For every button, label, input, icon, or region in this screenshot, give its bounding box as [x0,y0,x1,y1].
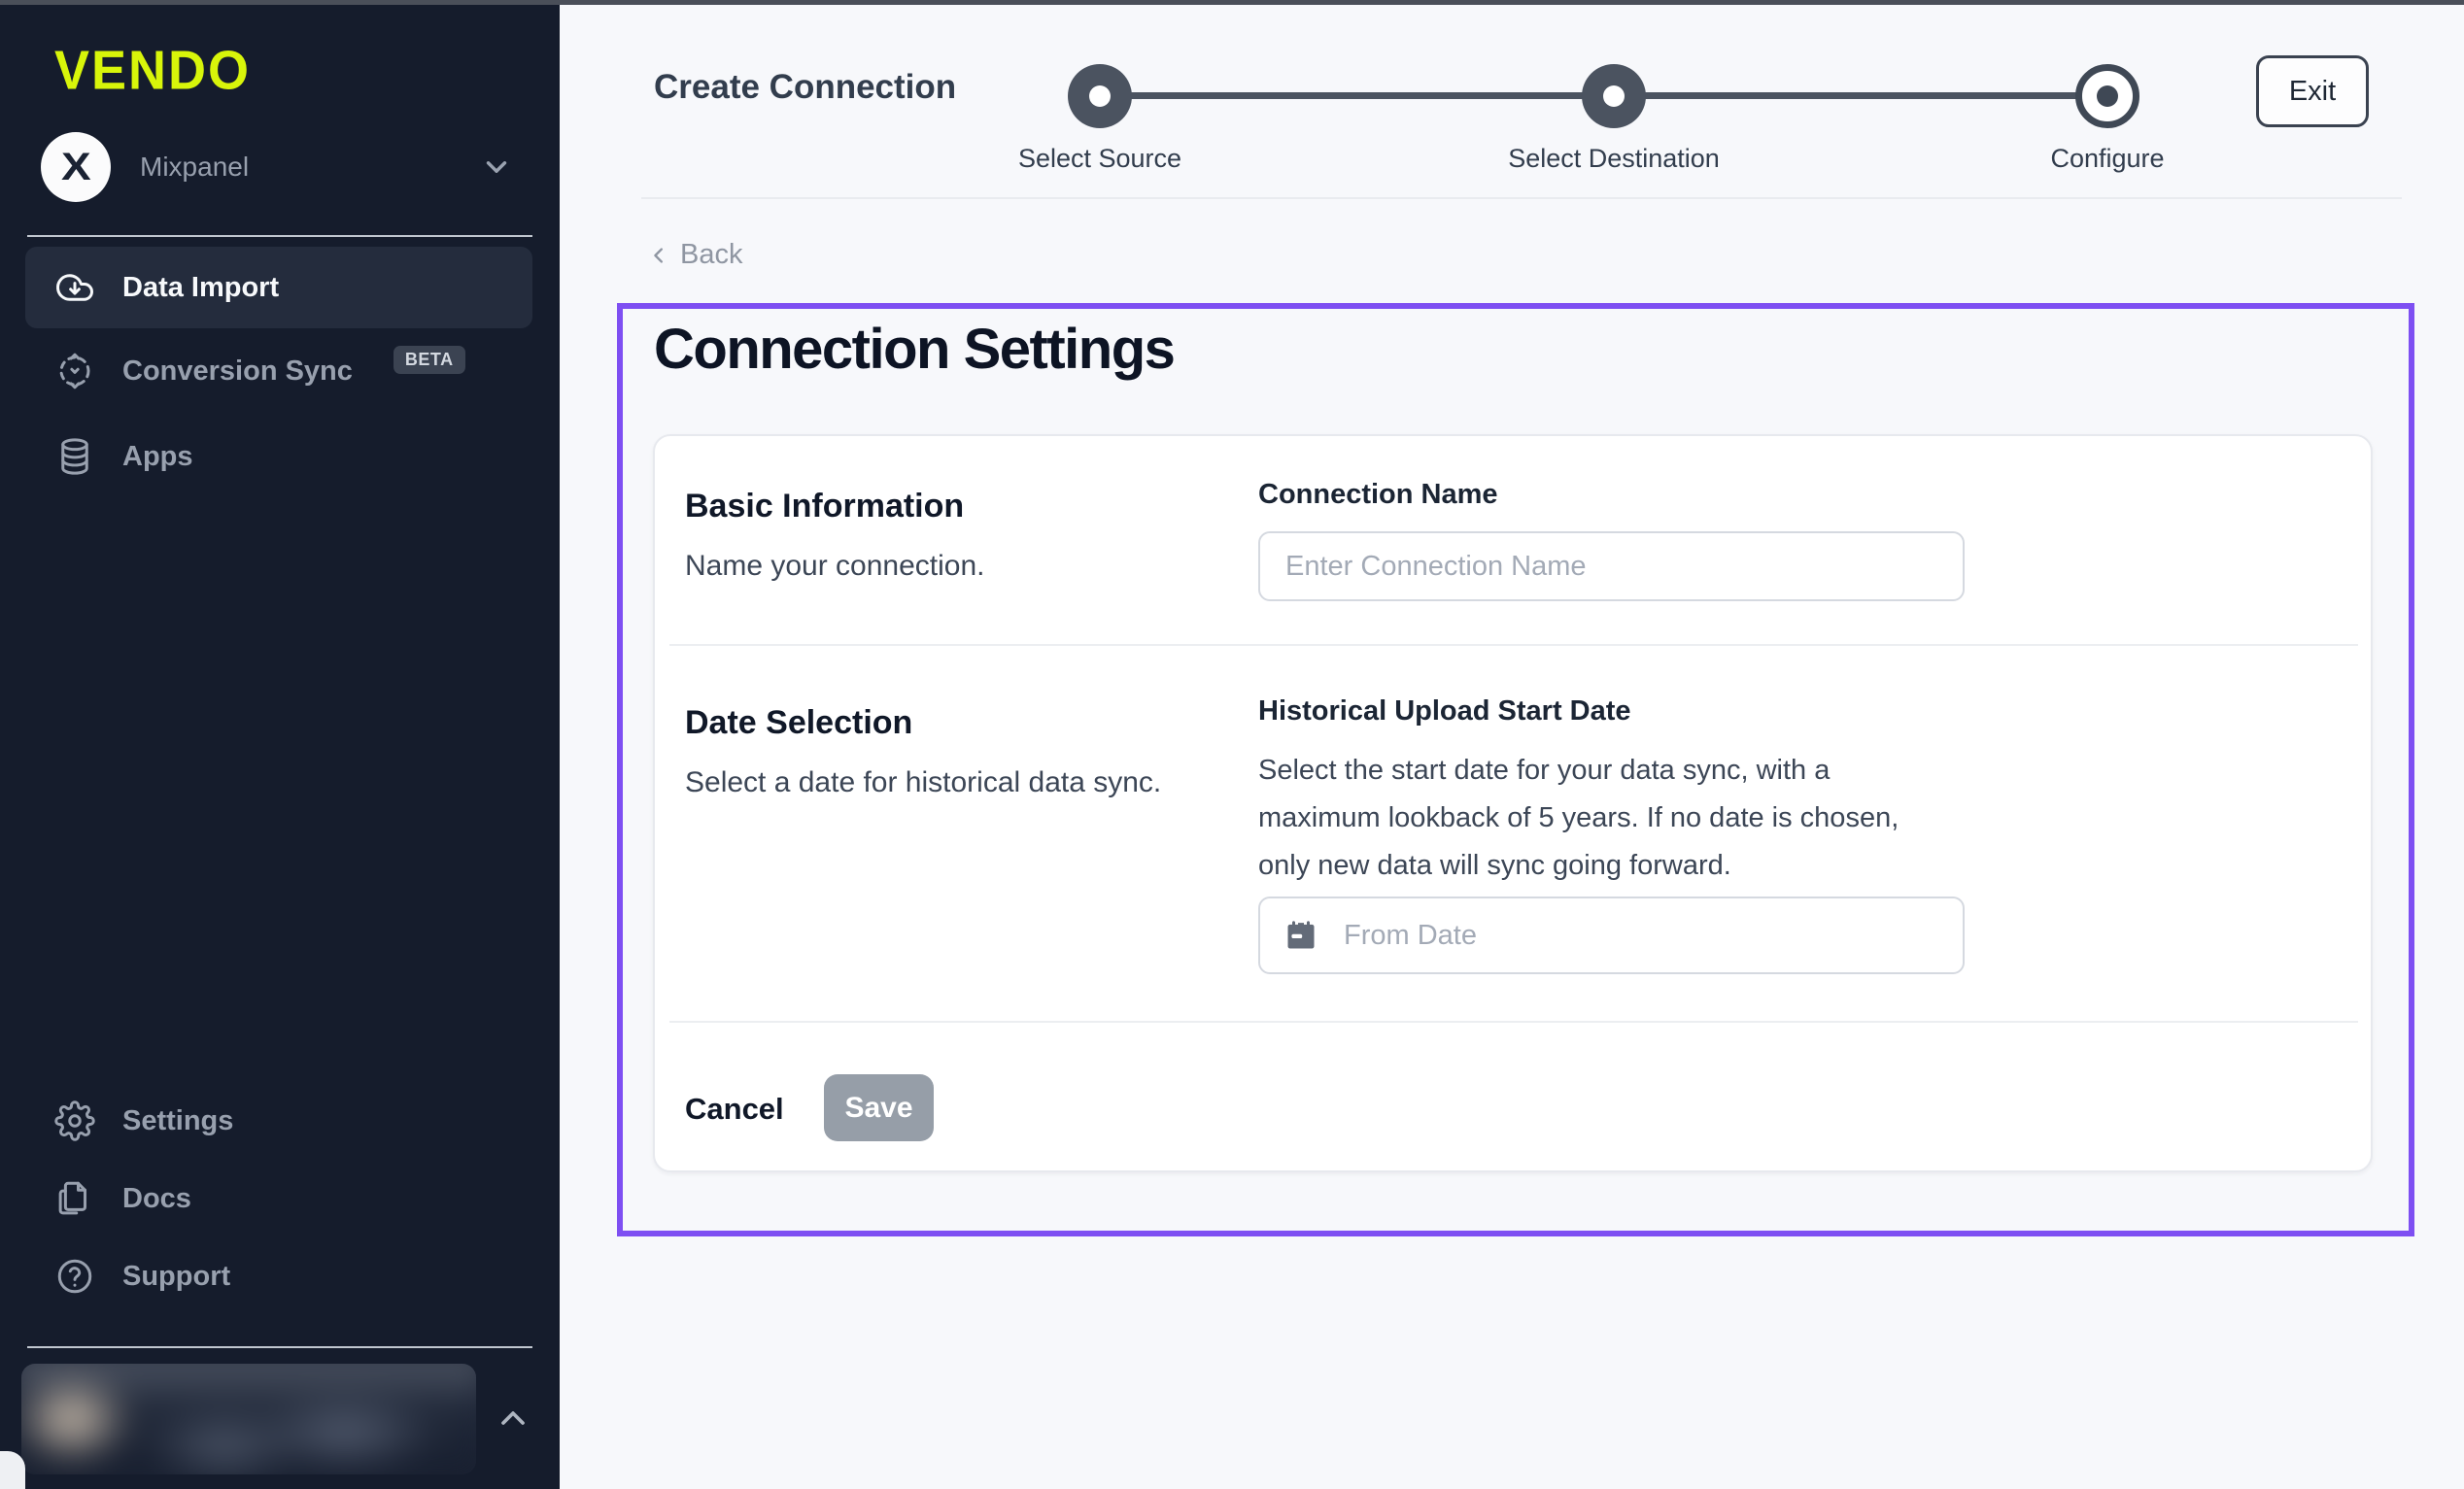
sync-icon [54,351,95,391]
bottom-left-widget-peek [0,1451,25,1489]
chevron-down-icon [480,151,513,184]
database-icon [54,436,95,477]
from-date-input[interactable] [1258,897,1965,974]
historical-upload-start-date-label: Historical Upload Start Date [1258,695,1631,728]
workspace-avatar: X [41,132,111,202]
sidebar-item-label: Data Import [122,272,279,304]
chevron-left-icon [649,245,670,266]
basic-information-description: Name your connection. [685,550,985,583]
sidebar-item-label: Apps [122,441,193,473]
connection-name-label: Connection Name [1258,479,1498,511]
chevron-up-icon[interactable] [494,1399,532,1438]
sidebar-item-support[interactable]: Support [25,1245,532,1307]
mixpanel-logo-icon: X [61,146,91,189]
sidebar-item-conversion-sync[interactable]: Conversion Sync BETA [25,340,532,402]
step-label-select-destination: Select Destination [1508,144,1720,174]
sidebar-item-label: Settings [122,1105,233,1137]
user-blur-content [21,1364,476,1474]
header-divider [641,197,2402,199]
step-label-select-source: Select Source [1018,144,1181,174]
sidebar-item-data-import[interactable]: Data Import [25,247,532,328]
step-circle-select-destination [1582,64,1646,128]
date-selection-title: Date Selection [685,704,912,742]
step-circle-select-source [1068,64,1132,128]
sidebar-item-docs[interactable]: Docs [25,1168,532,1230]
connection-name-input[interactable] [1258,531,1965,601]
workspace-switcher[interactable]: X Mixpanel [41,132,527,202]
sidebar-divider-bottom [27,1346,532,1348]
page-title: Create Connection [654,68,956,107]
from-date-field [1258,897,1965,974]
sidebar-item-label: Docs [122,1183,191,1215]
panel-title: Connection Settings [654,317,1174,382]
stepper-line-2 [1614,92,2107,99]
vendo-logo: VENDO [54,39,251,102]
cloud-download-icon [54,267,95,308]
step-label-configure: Configure [2050,144,2164,174]
back-label: Back [680,239,742,271]
sidebar-item-settings[interactable]: Settings [25,1090,532,1152]
basic-information-title: Basic Information [685,488,964,525]
date-selection-description: Select a date for historical data sync. [685,766,1161,799]
sidebar-divider-top [27,235,532,237]
sidebar-item-apps[interactable]: Apps [25,425,532,488]
sidebar-item-label: Conversion Sync [122,355,353,388]
cancel-button[interactable]: Cancel [685,1092,784,1127]
exit-button[interactable]: Exit [2256,55,2369,127]
sidebar: VENDO X Mixpanel Data Import Conversion … [0,0,560,1489]
beta-badge: BETA [394,346,465,374]
section-divider [669,644,2358,646]
sidebar-item-label: Support [122,1261,230,1293]
docs-icon [54,1178,95,1219]
workspace-name: Mixpanel [140,152,480,183]
app-window: VENDO X Mixpanel Data Import Conversion … [0,0,2464,1489]
save-button[interactable]: Save [824,1074,934,1141]
help-icon [54,1256,95,1297]
stepper-line-1 [1100,92,1614,99]
historical-upload-help-text: Select the start date for your data sync… [1258,747,1929,890]
gear-icon [54,1100,95,1141]
back-link[interactable]: Back [649,239,742,271]
section-divider [669,1021,2358,1023]
user-account-blurred[interactable] [21,1364,476,1474]
connection-settings-card: Basic Information Name your connection. … [653,434,2373,1172]
window-top-edge [0,0,2464,5]
step-circle-configure [2075,64,2139,128]
